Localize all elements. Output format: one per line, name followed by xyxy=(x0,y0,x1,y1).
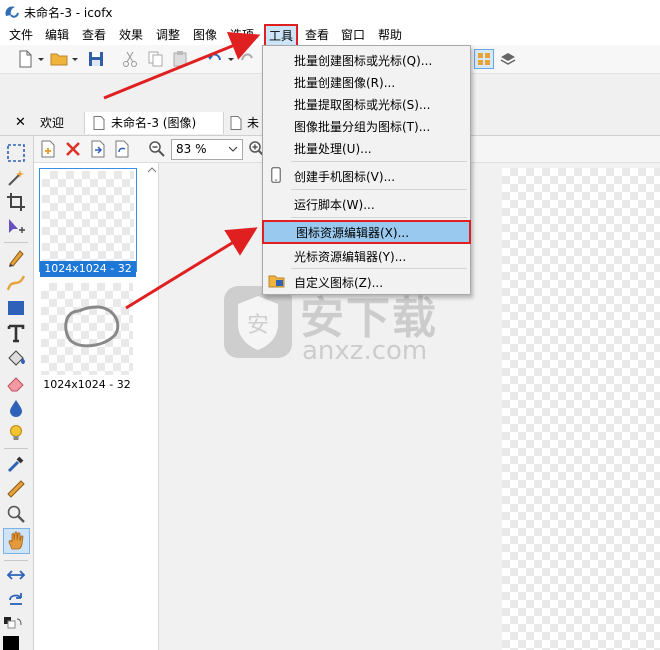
menu-edit[interactable]: 编辑 xyxy=(45,26,69,43)
menu-item-batch-create-images[interactable]: 批量创建图像(R)... xyxy=(263,70,470,92)
menu-help[interactable]: 帮助 xyxy=(378,26,402,43)
pencil-icon[interactable] xyxy=(6,248,26,268)
tab-welcome[interactable]: 欢迎 xyxy=(34,112,85,134)
marquee-select-icon[interactable] xyxy=(6,143,26,163)
ruler-icon[interactable] xyxy=(6,479,26,499)
cut-icon[interactable] xyxy=(121,50,139,68)
menu-item-custom-icon[interactable]: 自定义图标(Z)... xyxy=(263,270,470,292)
zoom-tool-icon[interactable] xyxy=(6,504,26,524)
thumbnail-1[interactable]: 1024x1024 - 32 xyxy=(39,168,137,277)
watermark-en: anxz.com xyxy=(302,336,428,366)
new-file-icon[interactable] xyxy=(16,50,34,68)
grid-toggle-icon[interactable] xyxy=(474,49,494,69)
menu-item-create-mobile-icon[interactable]: 创建手机图标(V)... xyxy=(263,164,470,186)
menu-view[interactable]: 查看 xyxy=(82,26,106,43)
menu-adjust[interactable]: 调整 xyxy=(156,26,180,43)
light-bulb-icon[interactable] xyxy=(6,423,26,443)
menu-item-run-script[interactable]: 运行脚本(W)... xyxy=(263,192,470,214)
palette-divider xyxy=(4,560,28,561)
open-dropdown-arrow-icon[interactable] xyxy=(70,50,80,68)
copy-icon[interactable] xyxy=(146,50,164,68)
thumbnail-2-preview xyxy=(41,283,133,375)
save-icon[interactable] xyxy=(87,50,105,68)
thumbnail-1-label: 1024x1024 - 32 xyxy=(40,261,136,277)
thumbnail-1-preview xyxy=(42,171,134,263)
watermark: 安 安下载 anxz.com xyxy=(222,282,462,372)
palette-divider xyxy=(4,448,28,449)
tab-document-1-label: 未命名-3 (图像) xyxy=(111,116,197,130)
menu-effects[interactable]: 效果 xyxy=(119,26,143,43)
thumbnail-2-label: 1024x1024 - 32 xyxy=(43,378,131,391)
undo-icon[interactable] xyxy=(205,50,223,68)
menu-options[interactable]: 选项 xyxy=(230,26,254,43)
tool-palette xyxy=(0,136,34,650)
color-swap-icon[interactable] xyxy=(3,616,23,636)
menu-item-icon-resource-editor[interactable]: 图标资源编辑器(X)... xyxy=(262,220,471,244)
text-tool-icon[interactable] xyxy=(6,323,26,343)
scroll-up-icon[interactable] xyxy=(147,166,157,174)
menu-item-cursor-resource-editor[interactable]: 光标资源编辑器(Y)... xyxy=(263,244,470,266)
tab-welcome-label: 欢迎 xyxy=(40,116,65,130)
menu-file[interactable]: 文件 xyxy=(9,26,33,43)
custom-icon-folder-icon xyxy=(268,275,285,288)
line-curve-icon[interactable] xyxy=(6,273,26,293)
zoom-select[interactable]: 83 % xyxy=(171,139,243,160)
undo-dropdown-arrow-icon[interactable] xyxy=(226,50,236,68)
flip-horizontal-icon[interactable] xyxy=(6,565,26,585)
canvas-image[interactable] xyxy=(502,168,660,650)
eraser-icon[interactable] xyxy=(6,373,26,393)
menu-item-batch-process[interactable]: 批量处理(U)... xyxy=(263,136,470,158)
hand-icon xyxy=(8,531,24,550)
new-dropdown-arrow-icon[interactable] xyxy=(36,50,46,68)
delete-image-icon[interactable] xyxy=(64,140,82,158)
menu-separator xyxy=(291,189,467,190)
panel-close-icon[interactable]: ✕ xyxy=(15,112,26,134)
tab-document-1[interactable]: 未命名-3 (图像) xyxy=(85,112,224,134)
circle-sketch-icon xyxy=(64,305,120,348)
tab-document-2[interactable]: 未 xyxy=(224,112,264,134)
hand-tool-button[interactable] xyxy=(3,528,30,554)
new-image-icon[interactable] xyxy=(40,140,56,158)
tools-dropdown-menu: 批量创建图标或光标(Q)... 批量创建图像(R)... 批量提取图标或光标(S… xyxy=(262,45,471,295)
title-bar: 未命名-3 - icofx xyxy=(0,0,660,24)
rectangle-icon[interactable] xyxy=(6,298,26,318)
window-title: 未命名-3 - icofx xyxy=(24,6,113,20)
layers-icon[interactable] xyxy=(499,50,517,68)
palette-divider xyxy=(4,242,28,243)
rotate-icon[interactable] xyxy=(6,590,26,610)
menu-item-batch-extract-icons[interactable]: 批量提取图标或光标(S)... xyxy=(263,92,470,114)
menu-separator xyxy=(291,161,467,162)
eyedropper-icon[interactable] xyxy=(6,454,26,474)
menu-item-batch-group-images[interactable]: 图像批量分组为图标(T)... xyxy=(263,114,470,136)
export-image-icon[interactable] xyxy=(114,140,130,158)
magic-wand-icon[interactable] xyxy=(6,168,26,188)
thumbnail-panel: 1024x1024 - 32 1024x1024 - 32 xyxy=(34,163,159,650)
paint-bucket-icon[interactable] xyxy=(6,348,26,368)
redo-icon[interactable] xyxy=(240,50,254,68)
import-image-icon[interactable] xyxy=(90,140,106,158)
zoom-value: 83 % xyxy=(176,142,207,156)
menu-bar: 文件 编辑 查看 效果 调整 图像 选项 工具 查看 窗口 帮助 xyxy=(0,24,660,48)
mobile-phone-icon xyxy=(271,167,281,183)
svg-text:安: 安 xyxy=(247,313,269,338)
crop-icon[interactable] xyxy=(6,192,26,212)
document-icon xyxy=(230,116,242,130)
open-folder-icon[interactable] xyxy=(50,50,68,68)
menu-item-batch-create-icons[interactable]: 批量创建图标或光标(Q)... xyxy=(263,48,470,70)
menu-separator xyxy=(291,268,467,269)
app-logo-icon xyxy=(5,6,19,18)
zoom-out-icon[interactable] xyxy=(148,140,166,158)
menu-separator xyxy=(291,217,467,218)
document-icon xyxy=(93,116,105,130)
paste-icon[interactable] xyxy=(171,50,189,68)
primary-color-swatch[interactable] xyxy=(3,636,19,650)
thumbnail-2[interactable]: 1024x1024 - 32 xyxy=(39,281,135,391)
chevron-down-icon xyxy=(228,146,238,152)
menu-window[interactable]: 窗口 xyxy=(341,26,365,43)
move-icon[interactable] xyxy=(6,217,26,237)
tab-document-2-label: 未 xyxy=(247,116,260,130)
blur-drop-icon[interactable] xyxy=(6,398,26,418)
menu-view-2[interactable]: 查看 xyxy=(305,26,329,43)
menu-image[interactable]: 图像 xyxy=(193,26,217,43)
